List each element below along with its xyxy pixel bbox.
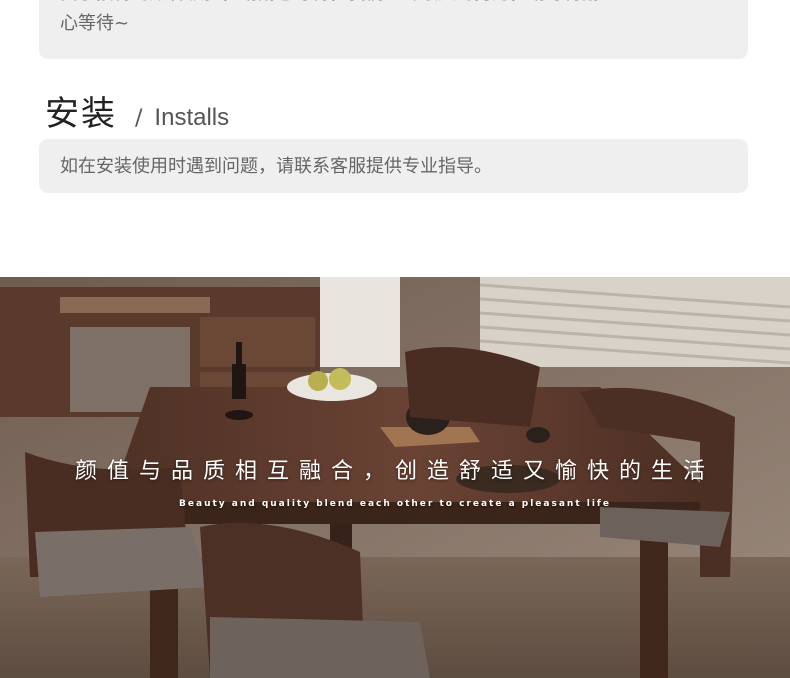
install-section-header: 安装 / Installs (45, 86, 230, 134)
banner-slogan-zh: 颜值与品质相互融合，创造舒适又愉快的生活 (74, 459, 715, 484)
banner-slogan-en: Beauty and quality blend each other to c… (179, 499, 611, 509)
install-note-card: 如在安装使用时遇到问题，请联系客服提供专业指导。 (39, 139, 748, 193)
previous-note-card: 由于接待的顾客较多，请耐心等待，我们已尽最大的努力，请等待耐 心等待~ (39, 0, 748, 59)
install-title-en: Installs (154, 104, 230, 131)
install-title-zh: 安装 (45, 94, 117, 134)
install-title-separator: / (135, 106, 143, 131)
dining-room-banner: 颜值与品质相互融合，创造舒适又愉快的生活 Beauty and quality … (0, 277, 790, 678)
window-blinds (479, 277, 790, 367)
previous-note-line2: 心等待~ (60, 13, 130, 34)
install-note-text: 如在安装使用时遇到问题，请联系客服提供专业指导。 (60, 156, 492, 177)
previous-note-line1: 由于接待的顾客较多，请耐心等待，我们已尽最大的努力，请等待耐 (60, 0, 748, 9)
refrigerator (320, 277, 400, 367)
